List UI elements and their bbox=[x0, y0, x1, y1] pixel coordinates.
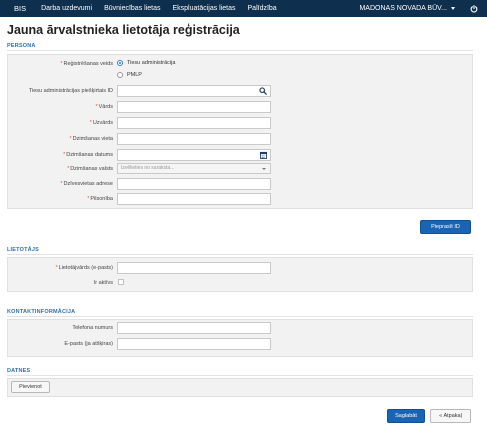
required-marker: * bbox=[95, 104, 98, 110]
chevron-down-icon bbox=[262, 168, 266, 170]
required-marker: * bbox=[89, 120, 92, 126]
dzim-datums-label-text: Dzimšanas datums bbox=[66, 152, 113, 158]
dzives-adrese-input[interactable] bbox=[117, 178, 271, 190]
top-navbar: BIS Darba uzdevumi Būvniecības lietas Ek… bbox=[0, 0, 487, 17]
required-marker: * bbox=[69, 136, 72, 142]
pieprasit-id-button[interactable]: Pieprasīt ID bbox=[420, 220, 471, 234]
radio-pmlp-label: PMLP bbox=[127, 72, 142, 78]
dzim-valsts-label-text: Dzimšanas valsts bbox=[70, 166, 113, 172]
dzim-vieta-label: *Dzimšanas vieta bbox=[70, 136, 114, 142]
uzvards-input[interactable] bbox=[117, 117, 271, 129]
lietotajvards-label: *Lietotājvārds (e-pasts) bbox=[55, 265, 113, 271]
section-title-persona: PERSONA bbox=[7, 43, 36, 49]
required-marker: * bbox=[63, 152, 66, 158]
power-icon bbox=[470, 4, 478, 13]
required-marker: * bbox=[55, 265, 58, 271]
radio-tiesu-label: Tiesu administrācija bbox=[127, 60, 176, 66]
vards-label-text: Vārds bbox=[98, 104, 113, 110]
chevron-down-icon bbox=[451, 6, 455, 10]
back-button[interactable]: « Atpakaļ bbox=[430, 409, 471, 423]
dzim-datums-label: *Dzimšanas datums bbox=[63, 152, 113, 158]
org-dropdown[interactable]: MADONAS NOVADA BŪV... bbox=[353, 0, 461, 17]
pievienot-button[interactable]: Pievienot bbox=[11, 381, 50, 393]
id-label: Tiesu administrācijas piešķirtais ID bbox=[28, 88, 113, 94]
reg-type-label-text: Reģistrēšanas veids bbox=[63, 61, 113, 67]
reg-type-label: *Reģistrēšanas veids bbox=[60, 61, 113, 67]
required-marker: * bbox=[67, 166, 70, 172]
section-title-kontaktinformacija: KONTAKTINFORMĀCIJA bbox=[7, 309, 76, 315]
save-button[interactable]: Saglabāt bbox=[387, 409, 425, 423]
telefons-input[interactable] bbox=[117, 322, 271, 334]
nav-item-ekspluatacijas-lietas[interactable]: Ekspluatācijas lietas bbox=[166, 0, 241, 17]
vards-input[interactable] bbox=[117, 101, 271, 113]
epasts-label: E-pasts (ja atšķiras) bbox=[64, 341, 113, 347]
pilsoniba-input[interactable] bbox=[117, 193, 271, 205]
lietotajvards-label-text: Lietotājvārds (e-pasts) bbox=[58, 265, 113, 271]
nav-brand[interactable]: BIS bbox=[0, 0, 35, 17]
aktivs-checkbox[interactable] bbox=[118, 279, 124, 285]
section-divider bbox=[7, 50, 473, 51]
power-button[interactable] bbox=[461, 0, 487, 17]
dzives-adrese-label: *Dzīvesvietas adrese bbox=[60, 181, 113, 187]
aktivs-label: Ir aktīvs bbox=[93, 280, 113, 286]
pilsoniba-label: *Pilsonība bbox=[87, 196, 113, 202]
datnes-panel bbox=[7, 378, 473, 397]
page-title: Jauna ārvalstnieka lietotāja reģistrācij… bbox=[7, 23, 240, 37]
lietotajvards-input[interactable] bbox=[117, 262, 271, 274]
section-title-lietotajs: LIETOTĀJS bbox=[7, 247, 39, 253]
nav-item-palidziba[interactable]: Palīdzība bbox=[242, 0, 283, 17]
dzim-datums-input[interactable] bbox=[117, 149, 271, 161]
dzim-valsts-label: *Dzimšanas valsts bbox=[67, 166, 113, 172]
dzim-vieta-label-text: Dzimšanas vieta bbox=[72, 136, 113, 142]
radio-indicator bbox=[117, 72, 123, 78]
radio-tiesu-administracija[interactable]: Tiesu administrācija bbox=[117, 60, 175, 66]
section-divider bbox=[7, 375, 473, 376]
org-dropdown-label: MADONAS NOVADA BŪV... bbox=[359, 5, 447, 12]
section-divider bbox=[7, 254, 473, 255]
radio-selected-indicator bbox=[117, 60, 123, 66]
dzim-vieta-input[interactable] bbox=[117, 133, 271, 145]
vards-label: *Vārds bbox=[95, 104, 113, 110]
uzvards-label-text: Uzvārds bbox=[92, 120, 113, 126]
telefons-label: Telefona numurs bbox=[72, 325, 113, 331]
id-input[interactable] bbox=[117, 85, 271, 97]
dzim-valsts-placeholder: Izvēlieties no saraksta... bbox=[121, 165, 175, 171]
uzvards-label: *Uzvārds bbox=[90, 120, 113, 126]
pilsoniba-label-text: Pilsonība bbox=[90, 196, 113, 202]
radio-pmlp[interactable]: PMLP bbox=[117, 72, 142, 78]
section-title-datnes: DATNES bbox=[7, 368, 31, 374]
search-icon[interactable] bbox=[259, 87, 267, 95]
dzim-valsts-select[interactable]: Izvēlieties no saraksta... bbox=[117, 163, 271, 174]
calendar-icon[interactable] bbox=[260, 151, 267, 159]
nav-item-buvniecibas-lietas[interactable]: Būvniecības lietas bbox=[98, 0, 166, 17]
section-divider bbox=[7, 316, 473, 317]
epasts-input[interactable] bbox=[117, 338, 271, 350]
nav-item-darba-uzdevumi[interactable]: Darba uzdevumi bbox=[35, 0, 98, 17]
dzives-adrese-label-text: Dzīvesvietas adrese bbox=[63, 181, 113, 187]
